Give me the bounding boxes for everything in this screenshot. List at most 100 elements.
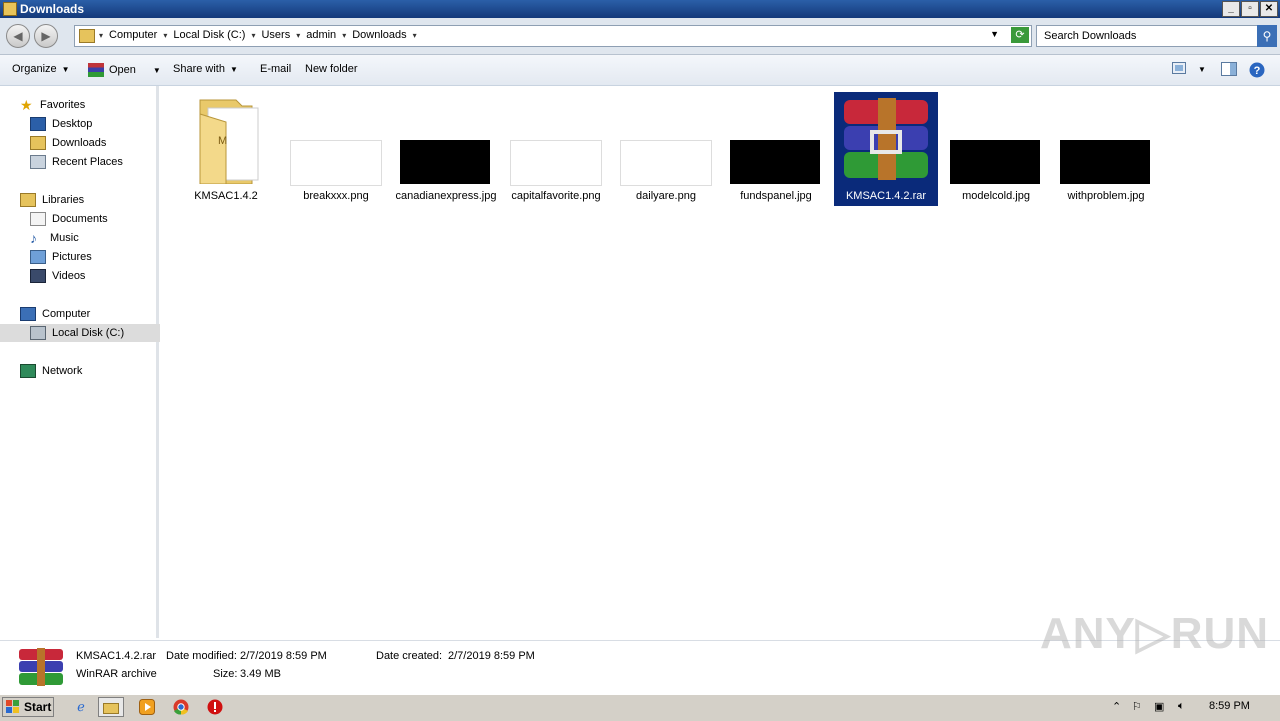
star-icon: ★ — [20, 97, 33, 113]
sidebar-item-label: Desktop — [52, 118, 93, 130]
sidebar-item-videos[interactable]: Videos — [0, 267, 186, 285]
chevron-down-icon[interactable]: ▾ — [413, 31, 417, 40]
sidebar-item-computer[interactable]: Computer — [0, 305, 176, 323]
file-item[interactable]: withproblem.jpg — [1054, 92, 1158, 206]
search-input[interactable] — [1042, 29, 1246, 43]
start-button[interactable]: Start — [2, 697, 54, 717]
sidebar-item-music[interactable]: ♪ Music — [0, 229, 186, 247]
address-bar-area: ◀ ▶ ▾ Computer ▾ Local Disk (C:) ▾ Users ▾ … — [0, 18, 1280, 55]
chevron-down-icon[interactable]: ▾ — [99, 31, 103, 40]
new-folder-button[interactable]: New folder — [305, 63, 358, 75]
details-modified-value: 2/7/2019 8:59 PM — [240, 650, 327, 662]
close-button[interactable]: ✕ — [1260, 1, 1278, 17]
file-item[interactable]: dailyare.png — [614, 92, 718, 206]
image-thumbnail — [290, 140, 382, 186]
forward-button[interactable]: ▶ — [34, 24, 58, 48]
internet-explorer-icon[interactable]: ℯ — [68, 697, 94, 717]
breadcrumb-users[interactable]: Users — [261, 29, 290, 41]
breadcrumb-local-disk[interactable]: Local Disk (C:) — [173, 29, 245, 41]
show-hidden-icons-icon[interactable]: ⌃ — [1112, 700, 1121, 713]
file-name: withproblem.jpg — [1067, 190, 1145, 202]
share-with-button[interactable]: Share with ▼ — [173, 63, 238, 75]
videos-icon — [30, 269, 46, 283]
file-item[interactable]: modelcold.jpg — [944, 92, 1048, 206]
chevron-down-icon[interactable]: ▾ — [251, 31, 255, 40]
chevron-down-icon[interactable]: ▼ — [153, 66, 161, 75]
open-button[interactable]: Open ▼ — [88, 63, 161, 77]
sidebar-item-label: Recent Places — [52, 156, 123, 168]
image-thumbnail — [510, 140, 602, 186]
chevron-down-icon[interactable]: ▾ — [163, 31, 167, 40]
chevron-down-icon[interactable]: ▾ — [342, 31, 346, 40]
sidebar-item-desktop[interactable]: Desktop — [0, 115, 186, 133]
details-modified-label: Date modified: — [166, 650, 237, 662]
sidebar-item-favorites[interactable]: ★ Favorites — [0, 96, 176, 114]
sidebar-item-label: Network — [42, 365, 83, 377]
file-name: fundspanel.jpg — [740, 190, 812, 202]
sidebar-item-label: Favorites — [40, 99, 86, 111]
organize-button[interactable]: Organize ▼ — [12, 63, 70, 75]
volume-icon[interactable]: 🔈︎ — [1178, 700, 1185, 713]
sidebar-item-pictures[interactable]: Pictures — [0, 248, 186, 266]
file-item[interactable]: canadianexpress.jpg — [394, 92, 498, 206]
refresh-icon[interactable]: ⟳ — [1011, 27, 1029, 43]
window-controls: _ ▫ ✕ — [1222, 1, 1278, 17]
details-created-value: 2/7/2019 8:59 PM — [448, 650, 535, 662]
windows-logo-icon — [6, 700, 19, 713]
email-label: E-mail — [260, 63, 292, 75]
breadcrumb-downloads[interactable]: Downloads — [352, 29, 406, 41]
start-label: Start — [24, 700, 52, 714]
breadcrumb-admin[interactable]: admin — [306, 29, 336, 41]
file-item[interactable]: capitalfavorite.png — [504, 92, 608, 206]
address-history-dropdown[interactable]: ▼ — [990, 29, 999, 39]
file-item[interactable]: fundspanel.jpg — [724, 92, 828, 206]
sidebar-item-downloads[interactable]: Downloads — [0, 134, 186, 152]
file-item-selected[interactable]: KMSAC1.4.2.rar — [834, 92, 938, 206]
search-icon[interactable]: ⚲ — [1257, 25, 1277, 47]
details-size-label: Size: — [213, 668, 238, 680]
chrome-icon[interactable] — [168, 697, 194, 717]
explorer-taskbar-button[interactable] — [98, 697, 124, 717]
file-name: modelcold.jpg — [962, 190, 1030, 202]
file-name: breakxxx.png — [303, 190, 369, 202]
network-tray-icon[interactable]: ▣ — [1154, 700, 1164, 713]
breadcrumb-computer[interactable]: Computer — [109, 29, 157, 41]
sidebar-item-libraries[interactable]: Libraries — [0, 191, 176, 209]
breadcrumb: ▾ Computer ▾ Local Disk (C:) ▾ Users ▾ admi… — [99, 29, 423, 41]
file-name: KMSAC1.4.2 — [194, 190, 258, 202]
stop-sign-icon[interactable] — [202, 697, 228, 717]
clock[interactable]: 8:59 PM — [1209, 700, 1250, 712]
winrar-icon — [88, 63, 104, 77]
image-thumbnail — [620, 140, 712, 186]
back-button[interactable]: ◀ — [6, 24, 30, 48]
minimize-button[interactable]: _ — [1222, 1, 1240, 17]
sidebar-item-documents[interactable]: Documents — [0, 210, 186, 228]
email-button[interactable]: E-mail — [260, 63, 291, 75]
sidebar-item-local-disk[interactable]: Local Disk (C:) — [0, 324, 186, 342]
file-item[interactable]: breakxxx.png — [284, 92, 388, 206]
media-player-icon[interactable] — [134, 697, 160, 717]
help-icon[interactable]: ? — [1249, 62, 1265, 81]
folder-icon — [103, 703, 119, 714]
folder-icon: M — [199, 99, 259, 184]
address-bar[interactable]: ▾ Computer ▾ Local Disk (C:) ▾ Users ▾ admi… — [74, 25, 1032, 47]
view-options-dropdown[interactable]: ▼ — [1198, 65, 1206, 74]
sidebar-item-network[interactable]: Network — [0, 362, 176, 380]
winrar-icon — [844, 98, 928, 180]
preview-pane-icon[interactable] — [1221, 62, 1237, 79]
window-title: Downloads — [20, 2, 85, 16]
downloads-folder-icon — [30, 136, 46, 150]
restore-button[interactable]: ▫ — [1241, 1, 1259, 17]
file-item[interactable]: M KMSAC1.4.2 — [174, 92, 278, 206]
open-label: Open — [109, 64, 136, 76]
documents-icon — [30, 212, 46, 226]
image-thumbnail — [730, 140, 820, 184]
view-icon[interactable] — [1172, 62, 1186, 77]
search-box[interactable] — [1036, 25, 1258, 47]
action-center-flag-icon[interactable]: ⚐ — [1132, 700, 1142, 713]
chevron-down-icon[interactable]: ▾ — [296, 31, 300, 40]
recent-places-icon — [30, 155, 46, 169]
folder-icon — [79, 29, 95, 43]
sidebar-item-recent-places[interactable]: Recent Places — [0, 153, 186, 171]
image-thumbnail — [950, 140, 1040, 184]
